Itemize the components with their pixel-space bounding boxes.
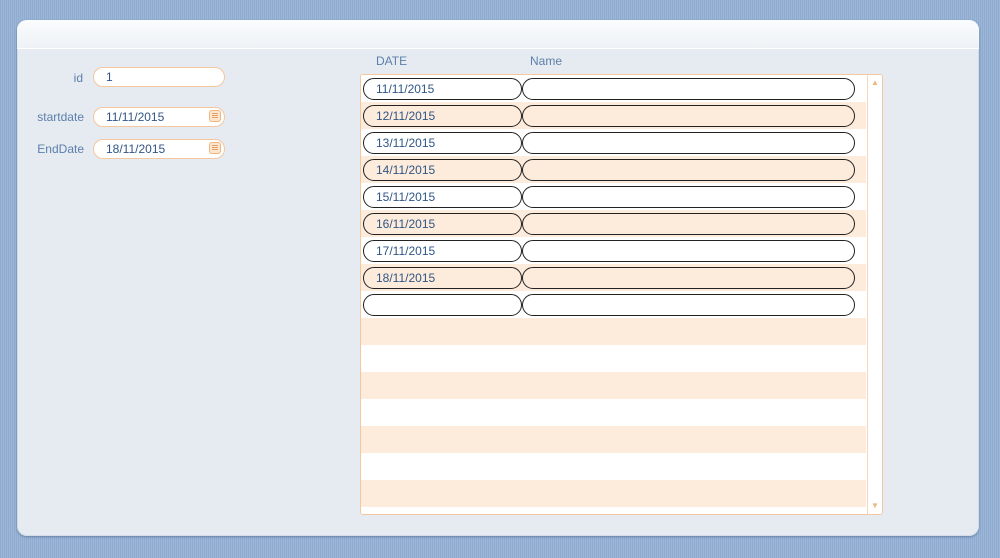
name-cell[interactable] — [522, 132, 855, 154]
startdate-label: startdate — [37, 110, 84, 124]
date-cell[interactable]: 18/11/2015 — [363, 267, 522, 289]
table-row[interactable]: 14/11/2015 — [363, 159, 855, 181]
date-cell[interactable]: 15/11/2015 — [363, 186, 522, 208]
name-cell[interactable] — [522, 186, 855, 208]
table-row[interactable] — [363, 294, 855, 316]
table-row[interactable]: 16/11/2015 — [363, 213, 855, 235]
enddate-field[interactable]: 18/11/2015 — [93, 139, 225, 159]
date-cell[interactable] — [363, 294, 522, 316]
date-cell[interactable]: 11/11/2015 — [363, 78, 522, 100]
id-label: id — [73, 71, 83, 85]
date-cell[interactable]: 17/11/2015 — [363, 240, 522, 262]
table-row[interactable]: 17/11/2015 — [363, 240, 855, 262]
table-row[interactable]: 15/11/2015 — [363, 186, 855, 208]
form-panel: id 1 startdate 11/11/2015 EndDate 18/11/… — [17, 20, 979, 536]
name-cell[interactable] — [522, 240, 855, 262]
date-cell[interactable]: 16/11/2015 — [363, 213, 522, 235]
data-grid[interactable]: 11/11/2015 12/11/2015 13/11/2015 14/11/2… — [360, 74, 883, 515]
column-header-name: Name — [530, 54, 563, 68]
calendar-icon[interactable] — [209, 142, 221, 154]
vertical-scrollbar[interactable]: ▲ ▼ — [867, 75, 882, 514]
id-field[interactable]: 1 — [93, 67, 225, 87]
date-cell[interactable]: 14/11/2015 — [363, 159, 522, 181]
enddate-value: 18/11/2015 — [106, 142, 166, 156]
date-cell[interactable]: 12/11/2015 — [363, 105, 522, 127]
panel-header — [17, 20, 979, 49]
name-cell[interactable] — [522, 213, 855, 235]
name-cell[interactable] — [522, 78, 855, 100]
name-cell[interactable] — [522, 267, 855, 289]
calendar-icon[interactable] — [209, 110, 221, 122]
table-row[interactable]: 18/11/2015 — [363, 267, 855, 289]
scroll-down-arrow-icon[interactable]: ▼ — [870, 500, 880, 512]
name-cell[interactable] — [522, 294, 855, 316]
name-cell[interactable] — [522, 159, 855, 181]
table-row[interactable]: 11/11/2015 — [363, 78, 855, 100]
startdate-value: 11/11/2015 — [106, 110, 165, 124]
startdate-field[interactable]: 11/11/2015 — [93, 107, 225, 127]
table-row[interactable]: 12/11/2015 — [363, 105, 855, 127]
scroll-up-arrow-icon[interactable]: ▲ — [870, 77, 880, 89]
enddate-label: EndDate — [37, 142, 84, 156]
table-row[interactable]: 13/11/2015 — [363, 132, 855, 154]
name-cell[interactable] — [522, 105, 855, 127]
date-cell[interactable]: 13/11/2015 — [363, 132, 522, 154]
column-header-date: DATE — [376, 54, 408, 68]
